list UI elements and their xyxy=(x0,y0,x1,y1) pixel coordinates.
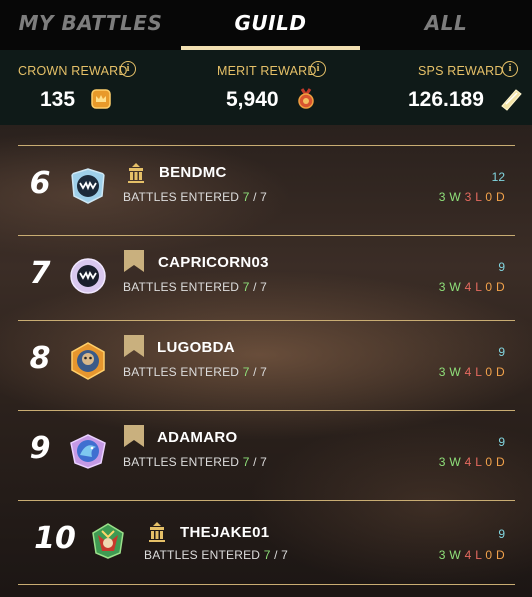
losses: 4 L xyxy=(464,280,482,294)
monster-avatar-icon xyxy=(71,168,105,204)
leaderboard-row[interactable]: 9 ADAMARO BATTLES ENTERED 7 / 7 9 3 W 4 … xyxy=(18,410,515,500)
battles-entered: BATTLES ENTERED 7 / 7 xyxy=(123,455,268,469)
win-loss-draw: 3 W 4 L 0 D xyxy=(439,365,505,379)
leaderboard-row[interactable]: 6 BENDMC BATTLES ENTERED 7 / 7 12 3 W 3 … xyxy=(18,145,515,235)
crown-token-icon xyxy=(91,89,111,109)
player-name[interactable]: ADAMARO xyxy=(157,429,237,446)
losses: 4 L xyxy=(464,548,482,562)
battles-entered: BATTLES ENTERED 7 / 7 xyxy=(144,548,289,562)
list-divider xyxy=(18,584,515,585)
leaderboard-tabs: MY BATTLES GUILD ALL xyxy=(0,0,532,50)
monster-avatar-icon xyxy=(70,258,106,294)
wins: 3 W xyxy=(438,280,461,294)
draws: 0 D xyxy=(485,548,505,562)
battles-entered-label: BATTLES ENTERED xyxy=(123,280,240,294)
tab-my-battles[interactable]: MY BATTLES xyxy=(0,0,181,50)
losses: 4 L xyxy=(464,365,482,379)
crown-info-icon[interactable]: i xyxy=(120,61,136,77)
losses: 3 L xyxy=(464,190,482,204)
leaderboard-row[interactable]: 7 CAPRICORN03 BATTLES ENTERED 7 / 7 9 3 … xyxy=(18,235,515,325)
leaderboard-row[interactable]: 10 THEJAKE01 BATTLES ENTERED 7 / 7 9 3 W… xyxy=(18,500,515,590)
win-loss-draw: 3 W 4 L 0 D xyxy=(439,280,505,294)
battles-total-count: 7 xyxy=(260,190,268,204)
draws: 0 D xyxy=(485,280,505,294)
battles-total-count: 7 xyxy=(281,548,289,562)
battles-entered-count: 7 xyxy=(242,190,250,204)
player-name[interactable]: CAPRICORN03 xyxy=(158,254,269,271)
player-name[interactable]: LUGOBDA xyxy=(157,339,235,356)
player-score: 9 xyxy=(498,527,505,541)
player-score: 9 xyxy=(498,435,505,449)
player-rank: 9 xyxy=(29,431,51,466)
merit-info-icon[interactable]: i xyxy=(310,61,326,77)
sps-info-icon[interactable]: i xyxy=(502,61,518,77)
creature-avatar-icon xyxy=(71,342,105,380)
wins: 3 W xyxy=(438,548,461,562)
draws: 0 D xyxy=(485,365,505,379)
battles-entered-count: 7 xyxy=(263,548,271,562)
battles-entered-count: 7 xyxy=(242,365,250,379)
wins: 3 W xyxy=(438,190,461,204)
guild-building-icon xyxy=(128,163,144,183)
merit-medal-icon xyxy=(298,88,314,109)
battles-total-count: 7 xyxy=(260,455,268,469)
tab-guild[interactable]: GUILD xyxy=(181,0,360,50)
jester-avatar-icon xyxy=(92,523,124,559)
wins: 3 W xyxy=(438,455,461,469)
battles-entered: BATTLES ENTERED 7 / 7 xyxy=(123,280,268,294)
battles-entered: BATTLES ENTERED 7 / 7 xyxy=(123,190,268,204)
banner-flag-icon xyxy=(124,250,144,272)
battles-total-count: 7 xyxy=(260,280,268,294)
leaderboard-row[interactable]: 8 LUGOBDA BATTLES ENTERED 7 / 7 9 3 W 4 … xyxy=(18,320,515,410)
sps-reward-value: 126.189 xyxy=(408,88,484,111)
sps-reward-label: SPS REWARD xyxy=(418,64,504,78)
player-rank: 8 xyxy=(29,341,51,376)
crown-reward-label: CROWN REWARD xyxy=(18,64,128,78)
crown-reward-value: 135 xyxy=(40,88,76,111)
battles-entered-label: BATTLES ENTERED xyxy=(123,455,240,469)
merit-reward: MERIT REWARD i 5,940 xyxy=(177,50,355,125)
sps-crystal-icon xyxy=(501,89,522,111)
player-name[interactable]: THEJAKE01 xyxy=(180,524,269,541)
banner-flag-icon xyxy=(124,425,144,447)
battles-total-count: 7 xyxy=(260,365,268,379)
player-rank: 7 xyxy=(29,256,51,291)
merit-reward-value: 5,940 xyxy=(226,88,279,111)
guild-building-icon xyxy=(149,522,165,542)
battles-entered-label: BATTLES ENTERED xyxy=(144,548,261,562)
player-score: 9 xyxy=(498,345,505,359)
tab-all[interactable]: ALL xyxy=(360,0,532,50)
battles-entered-count: 7 xyxy=(242,455,250,469)
rewards-bar: CROWN REWARD i 135 MERIT REWARD i 5,940 … xyxy=(0,50,532,125)
player-rank: 6 xyxy=(29,166,51,201)
dragon-avatar-icon xyxy=(70,434,106,469)
player-name[interactable]: BENDMC xyxy=(159,164,227,181)
wins: 3 W xyxy=(438,365,461,379)
win-loss-draw: 3 W 4 L 0 D xyxy=(439,455,505,469)
merit-reward-label: MERIT REWARD xyxy=(217,64,317,78)
draws: 0 D xyxy=(485,455,505,469)
player-score: 9 xyxy=(498,260,505,274)
win-loss-draw: 3 W 3 L 0 D xyxy=(439,190,505,204)
sps-reward: SPS REWARD i 126.189 xyxy=(355,50,532,125)
battles-entered: BATTLES ENTERED 7 / 7 xyxy=(123,365,268,379)
losses: 4 L xyxy=(464,455,482,469)
banner-flag-icon xyxy=(124,335,144,357)
battles-entered-count: 7 xyxy=(242,280,250,294)
crown-reward: CROWN REWARD i 135 xyxy=(0,50,177,125)
battles-entered-label: BATTLES ENTERED xyxy=(123,365,240,379)
player-score: 12 xyxy=(491,170,505,184)
draws: 0 D xyxy=(485,190,505,204)
player-rank: 10 xyxy=(34,521,76,556)
win-loss-draw: 3 W 4 L 0 D xyxy=(439,548,505,562)
battles-entered-label: BATTLES ENTERED xyxy=(123,190,240,204)
